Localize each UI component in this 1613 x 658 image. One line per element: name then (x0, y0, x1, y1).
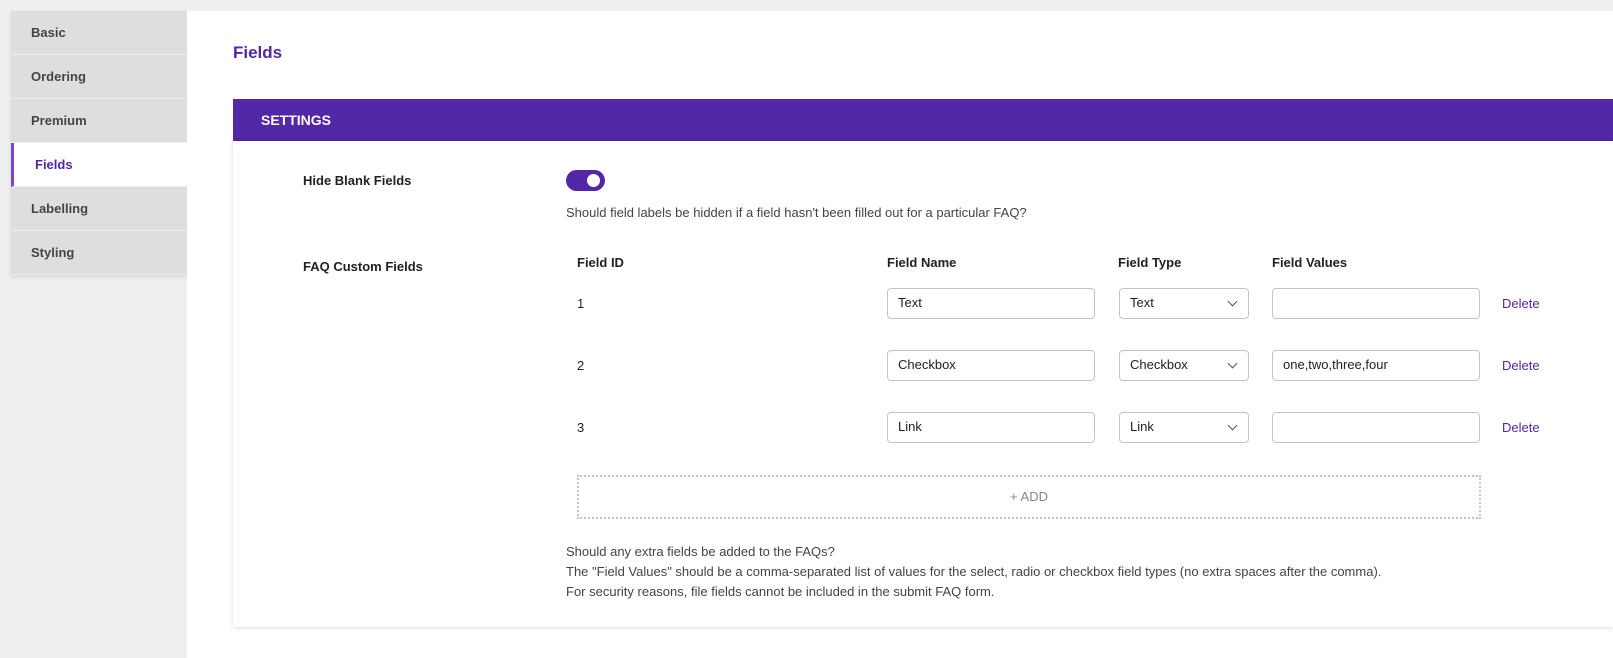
hide-blank-label: Hide Blank Fields (303, 173, 412, 188)
sidebar-item-fields[interactable]: Fields (11, 143, 187, 187)
field-values-input[interactable] (1272, 412, 1480, 443)
field-name-input[interactable]: Link (887, 412, 1095, 443)
header-field-type: Field Type (1118, 255, 1182, 270)
delete-link[interactable]: Delete (1502, 420, 1540, 435)
field-name-input[interactable]: Text (887, 288, 1095, 319)
section-header: SETTINGS (233, 99, 1613, 141)
description-line: The "Field Values" should be a comma-sep… (566, 564, 1382, 579)
sidebar-item-styling[interactable]: Styling (11, 231, 187, 275)
field-type-select[interactable]: Link (1119, 412, 1249, 443)
custom-fields-label: FAQ Custom Fields (303, 259, 423, 274)
add-field-button[interactable]: + ADD (577, 475, 1481, 519)
header-field-values: Field Values (1272, 255, 1348, 270)
field-values-input[interactable]: one,two,three,four (1272, 350, 1480, 381)
settings-card: Hide Blank Fields Should field labels be… (233, 141, 1613, 627)
header-field-name: Field Name (887, 255, 957, 270)
sidebar-item-labelling[interactable]: Labelling (11, 187, 187, 231)
description-line: For security reasons, file fields cannot… (566, 584, 995, 599)
field-type-value: Link (1130, 419, 1154, 434)
main-content: Fields SETTINGS Hide Blank Fields Should… (187, 11, 1613, 658)
field-type-select[interactable]: Text (1119, 288, 1249, 319)
field-values-input[interactable] (1272, 288, 1480, 319)
field-type-value: Text (1130, 295, 1154, 310)
delete-link[interactable]: Delete (1502, 358, 1540, 373)
page-title: Fields (233, 43, 283, 62)
header-field-id: Field ID (577, 255, 624, 270)
sidebar-item-ordering[interactable]: Ordering (11, 55, 187, 99)
field-type-select[interactable]: Checkbox (1119, 350, 1249, 381)
field-id: 3 (577, 420, 585, 435)
field-type-value: Checkbox (1130, 357, 1188, 372)
settings-sidebar: Basic Ordering Premium Fields Labelling … (11, 11, 187, 275)
description-line: Should any extra fields be added to the … (566, 544, 835, 559)
delete-link[interactable]: Delete (1502, 296, 1540, 311)
sidebar-item-basic[interactable]: Basic (11, 11, 187, 55)
field-id: 2 (577, 358, 585, 373)
sidebar-item-premium[interactable]: Premium (11, 99, 187, 143)
hide-blank-description: Should field labels be hidden if a field… (566, 205, 1027, 220)
custom-fields-description: Should any extra fields be added to the … (566, 542, 1381, 602)
hide-blank-toggle[interactable] (566, 170, 605, 191)
field-id: 1 (577, 296, 585, 311)
field-name-input[interactable]: Checkbox (887, 350, 1095, 381)
